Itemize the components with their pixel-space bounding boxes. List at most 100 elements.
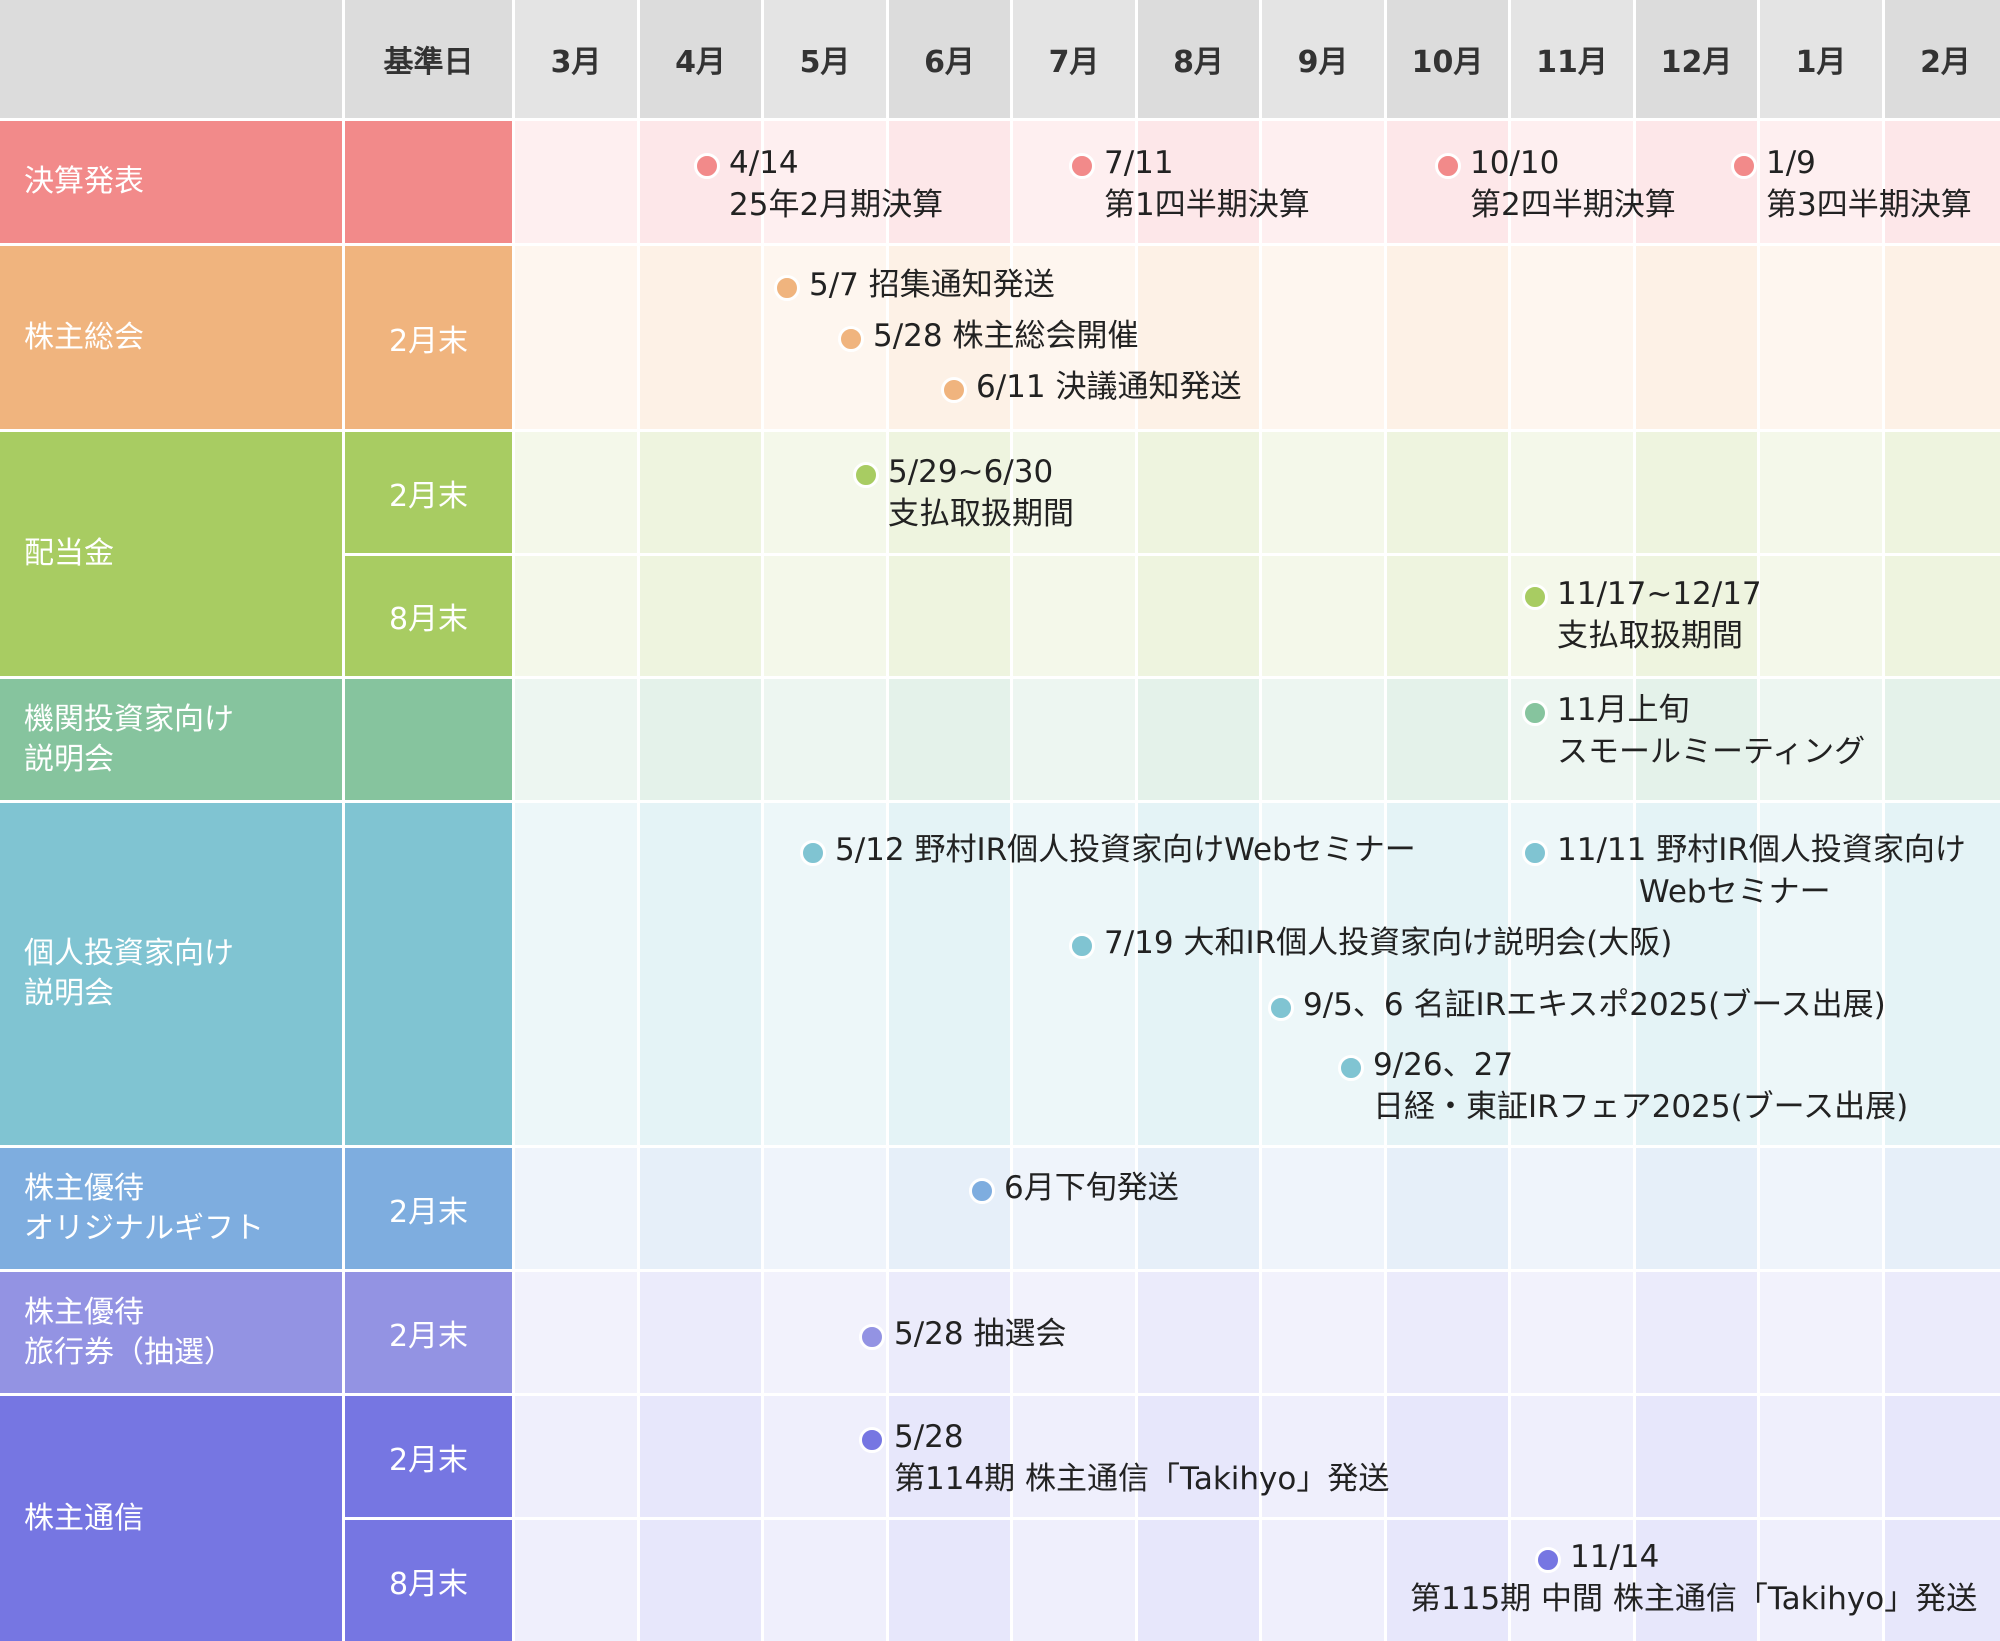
- month-shade: [1262, 1520, 1387, 1641]
- month-shade: [1262, 1272, 1387, 1393]
- month-shade: [515, 1520, 640, 1641]
- month-separator: [1508, 0, 1511, 1641]
- month-shade: [764, 432, 889, 553]
- month-shade: [764, 1520, 889, 1641]
- month-shade: [764, 556, 889, 676]
- kijun-tsushin-aug: 8月末: [345, 1520, 512, 1641]
- event-small-meeting: 11月上旬 スモールミーティング: [1522, 689, 1865, 773]
- event-kessan-q2: 10/10 第2四半期決算: [1435, 142, 1676, 226]
- month-separator: [1882, 0, 1885, 1641]
- row-label-yutai-gift: 株主優待 オリジナルギフト: [0, 1148, 342, 1269]
- month-header: 5月: [764, 0, 886, 118]
- month-header: 10月: [1387, 0, 1508, 118]
- event-tsushin-aug: 11/14 第115期 中間 株主通信「Takihyo」発送: [1410, 1539, 1978, 1617]
- event-soukai-notice: 5/7 招集通知発送: [774, 264, 1055, 306]
- timeline-yutai-gift: [515, 1148, 2000, 1269]
- month-separator: [1757, 0, 1760, 1641]
- month-shade: [1013, 556, 1138, 676]
- event-kessan-q1: 7/11 第1四半期決算: [1069, 142, 1310, 226]
- month-shade: [515, 1148, 640, 1269]
- month-separator: [637, 0, 640, 1641]
- kijun-haitou-aug: 8月末: [345, 556, 512, 676]
- month-separator: [761, 0, 764, 1641]
- event-kessan-q3: 1/9 第3四半期決算: [1731, 142, 1972, 226]
- month-shade: [1262, 432, 1387, 553]
- kijun-haitou-feb: 2月末: [345, 432, 512, 553]
- kijun-kojin: [345, 803, 512, 1145]
- timeline-yutai-ryokou: [515, 1272, 2000, 1393]
- event-dot: [941, 377, 967, 403]
- month-shade: [1262, 679, 1387, 800]
- row-label-kessan: 決算発表: [0, 121, 342, 243]
- month-header: 7月: [1013, 0, 1135, 118]
- event-gift-shipping: 6月下旬発送: [969, 1167, 1179, 1209]
- kijun-yutai-ryokou: 2月末: [345, 1272, 512, 1393]
- month-header: 1月: [1760, 0, 1882, 118]
- month-shade: [764, 1148, 889, 1269]
- month-separator: [886, 0, 889, 1641]
- event-dot: [853, 462, 879, 488]
- row-label-yutai-ryokou: 株主優待 旅行券（抽選）: [0, 1272, 342, 1393]
- event-meisho-expo: 9/5、6 名証IRエキスポ2025(ブース出展): [1268, 984, 1886, 1026]
- kijun-kessan: [345, 121, 512, 243]
- event-tsushin-feb: 5/28 第114期 株主通信「Takihyo」発送: [859, 1416, 1389, 1500]
- event-dot: [1069, 933, 1095, 959]
- timeline-haitou-feb: [515, 432, 2000, 553]
- month-shade: [1511, 246, 1636, 429]
- month-shade: [1511, 1272, 1636, 1393]
- event-dot: [838, 326, 864, 352]
- month-shade: [515, 246, 640, 429]
- event-dot: [1069, 153, 1095, 179]
- timeline-soukai: [515, 246, 2000, 429]
- month-shade: [515, 556, 640, 676]
- event-nomura-nov: 11/11 野村IR個人投資家向け Webセミナー: [1522, 829, 1966, 913]
- row-label-kojin: 個人投資家向け 説明会: [0, 803, 342, 1145]
- event-soukai-resolution: 6/11 決議通知発送: [941, 366, 1241, 408]
- event-dot: [969, 1178, 995, 1204]
- month-shade: [515, 432, 640, 553]
- event-nomura-may: 5/12 野村IR個人投資家向けWebセミナー: [800, 829, 1416, 871]
- header-corner-cell: [0, 0, 342, 118]
- month-shade: [515, 679, 640, 800]
- event-dot: [694, 153, 720, 179]
- ir-schedule-table: 基準日 3月 4月 5月 6月 7月 8月 9月 10月 11月 12月 1月 2月 決算発表 株主総…: [0, 0, 2000, 1641]
- month-shade: [1013, 1520, 1138, 1641]
- event-daiwa: 7/19 大和IR個人投資家向け説明会(大阪): [1069, 922, 1672, 964]
- month-shade: [1760, 432, 1885, 553]
- month-shade: [764, 679, 889, 800]
- event-dot: [800, 840, 826, 866]
- event-dot: [1731, 153, 1757, 179]
- row-label-kikan: 機関投資家向け 説明会: [0, 679, 342, 800]
- month-shade: [515, 1396, 640, 1517]
- kijun-yutai-gift: 2月末: [345, 1148, 512, 1269]
- header-kijunbi: 基準日: [345, 0, 512, 118]
- event-haitou-feb: 5/29~6/30 支払取扱期間: [853, 451, 1074, 535]
- month-shade: [1760, 556, 1885, 676]
- kijun-soukai: 2月末: [345, 246, 512, 429]
- month-separator: [1633, 0, 1636, 1641]
- event-dot: [1268, 995, 1294, 1021]
- month-separator: [1259, 0, 1262, 1641]
- event-dot: [1522, 840, 1548, 866]
- month-shade: [1760, 1272, 1885, 1393]
- row-label-tsushin: 株主通信: [0, 1396, 342, 1641]
- event-nikkei-fair: 9/26、27 日経・東証IRフェア2025(ブース出展): [1338, 1044, 1908, 1128]
- month-header: 11月: [1511, 0, 1633, 118]
- event-dot: [1435, 153, 1461, 179]
- event-dot: [859, 1427, 885, 1453]
- month-shade: [515, 121, 640, 243]
- event-soukai-meeting: 5/28 株主総会開催: [838, 315, 1138, 357]
- month-header: 9月: [1262, 0, 1384, 118]
- month-shade: [1511, 1396, 1636, 1517]
- month-shade: [1511, 432, 1636, 553]
- event-dot: [1522, 584, 1548, 610]
- timeline-haitou-aug: [515, 556, 2000, 676]
- kijun-tsushin-feb: 2月末: [345, 1396, 512, 1517]
- event-dot: [1522, 700, 1548, 726]
- month-separator: [1135, 0, 1138, 1641]
- month-shade: [1760, 246, 1885, 429]
- row-label-soukai: 株主総会: [0, 246, 342, 429]
- event-kessan-q4: 4/14 25年2月期決算: [694, 142, 943, 226]
- event-dot: [1535, 1547, 1561, 1573]
- event-dot: [859, 1324, 885, 1350]
